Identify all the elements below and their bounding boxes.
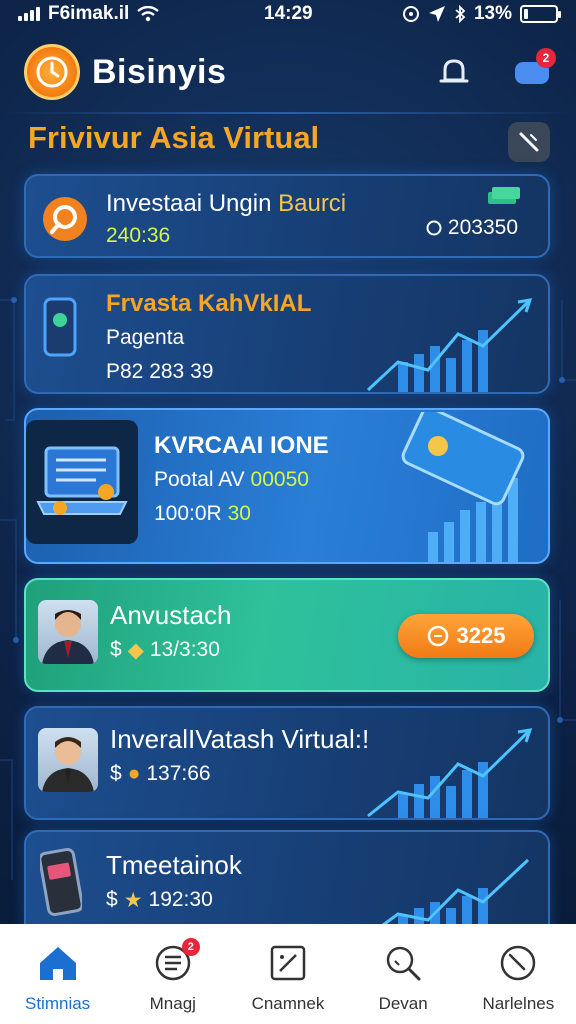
card-1-title-highlight: Baurci bbox=[278, 190, 347, 217]
smartphone-icon bbox=[40, 848, 82, 917]
wifi-icon bbox=[137, 6, 160, 22]
investment-card-1[interactable]: Investaai Ungin Baurci 240:36 203350 bbox=[24, 174, 550, 258]
card-5-value: $ ● 137:66 bbox=[110, 762, 211, 785]
card-3-title: KVRCAAI IONE bbox=[154, 432, 329, 459]
clock-coin-logo-icon bbox=[24, 44, 80, 100]
bluetooth-icon bbox=[455, 5, 466, 23]
nav-item-list[interactable]: 2 Mnagj bbox=[118, 938, 228, 1014]
card-6-value: $ ★ 192:30 bbox=[106, 888, 213, 912]
laptop-icon bbox=[36, 446, 128, 515]
search-icon bbox=[386, 946, 421, 981]
investment-card-5[interactable]: InveralIVatash Virtual:! $ ● 137:66 bbox=[24, 706, 550, 820]
nav-item-home[interactable]: Stimnias bbox=[3, 940, 113, 1014]
nav-badge: 2 bbox=[181, 938, 200, 956]
coin-icon bbox=[426, 220, 442, 236]
nav-label-home: Stimnias bbox=[25, 994, 91, 1013]
coin-icon: ● bbox=[127, 762, 141, 785]
app-title: Bisinyis bbox=[92, 52, 227, 91]
card-2-title: Frvasta KahVkIAL bbox=[106, 290, 312, 317]
battery-icon bbox=[520, 5, 561, 23]
smartphone-icon bbox=[43, 297, 77, 357]
battery-percent: 13% bbox=[473, 3, 512, 24]
amount-pill-button[interactable]: 3225 bbox=[398, 614, 534, 658]
nav-label-edit: Cnamnek bbox=[251, 994, 325, 1013]
tool-button[interactable] bbox=[508, 122, 550, 162]
notification-badge: 2 bbox=[536, 48, 556, 68]
card-1-value: 240:36 bbox=[106, 224, 171, 247]
carrier-name: F6imak.il bbox=[48, 3, 130, 24]
card-6-title: Tmeetainok bbox=[106, 850, 242, 880]
signal-icon bbox=[18, 7, 40, 21]
bottom-navigation: Stimnias 2 Mnagj Cnamnek Devan Narlelnes bbox=[0, 924, 576, 1024]
card-2-subtitle: Pagenta bbox=[106, 326, 185, 349]
investment-card-2[interactable]: Frvasta KahVkIAL Pagenta P82 283 39 bbox=[24, 274, 550, 394]
location-arrow-icon bbox=[428, 6, 445, 22]
app-header: Bisinyis 2 bbox=[24, 40, 556, 104]
device-chart-decoration bbox=[401, 412, 525, 562]
growth-chart-decoration bbox=[366, 298, 533, 392]
nav-label-search: Devan bbox=[378, 994, 428, 1013]
edit-icon bbox=[270, 945, 306, 981]
wrench-icon bbox=[519, 132, 539, 152]
header-divider bbox=[0, 112, 576, 114]
status-time: 14:29 bbox=[264, 3, 313, 24]
coin-icon: ◆ bbox=[127, 639, 144, 662]
nav-item-clock[interactable]: Narlelnes bbox=[463, 940, 573, 1014]
nav-label-clock: Narlelnes bbox=[482, 994, 555, 1013]
home-icon bbox=[39, 947, 76, 980]
investment-card-3[interactable]: KVRCAAI IONE Pootal AV 00050 100:0R 30 bbox=[24, 408, 550, 564]
nav-item-search[interactable]: Devan bbox=[348, 940, 458, 1014]
star-icon: ★ bbox=[123, 889, 143, 912]
laptop-tile bbox=[26, 420, 138, 544]
growth-chart-decoration bbox=[367, 728, 533, 818]
section-title: Frivivur Asia Virtual bbox=[28, 120, 320, 155]
card-1-amount: 203350 bbox=[426, 216, 518, 240]
card-3-subtitle: Pootal AV 00050 bbox=[154, 468, 309, 491]
clock-icon bbox=[501, 945, 536, 981]
nav-label-list: Mnagj bbox=[149, 994, 196, 1013]
messages-button[interactable]: 2 bbox=[508, 48, 556, 96]
card-5-title: InveralIVatash Virtual:! bbox=[110, 724, 370, 754]
notifications-button[interactable] bbox=[430, 48, 478, 96]
card-2-value: P82 283 39 bbox=[106, 360, 214, 383]
coin-icon bbox=[427, 625, 448, 647]
card-4-value: $ ◆ 13/3:30 bbox=[110, 638, 220, 662]
investment-card-4[interactable]: Anvustach $ ◆ 13/3:30 3225 bbox=[24, 578, 550, 692]
card-1-title: Investaai Ungin Baurci bbox=[106, 190, 347, 217]
alarm-icon bbox=[402, 6, 419, 22]
nav-item-edit[interactable]: Cnamnek bbox=[233, 940, 343, 1014]
card-4-title: Anvustach bbox=[110, 600, 232, 630]
card-3-value: 100:0R 30 bbox=[154, 502, 251, 525]
status-bar: F6imak.il 14:29 13% bbox=[0, 0, 576, 28]
search-gear-icon bbox=[43, 197, 87, 241]
person-avatar bbox=[38, 600, 98, 664]
cash-stack-icon bbox=[488, 187, 520, 204]
bell-icon bbox=[439, 59, 469, 83]
person-avatar bbox=[38, 728, 98, 792]
